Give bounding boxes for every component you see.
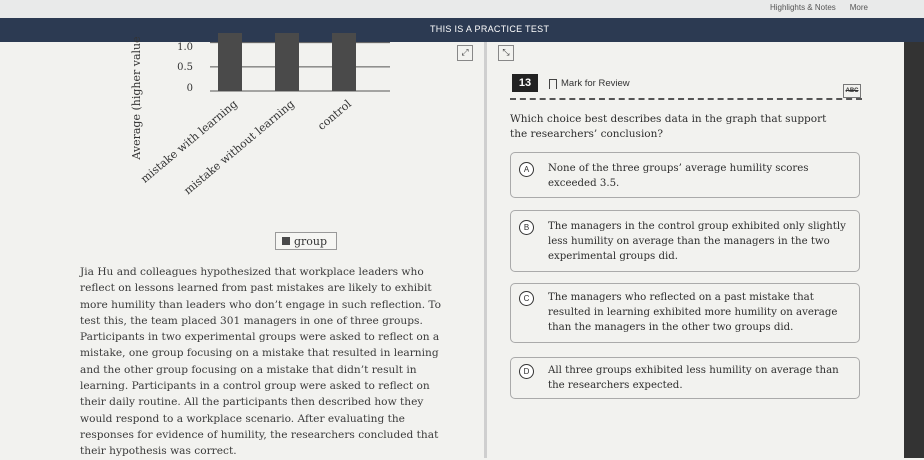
x-tick-label: control [315, 97, 354, 133]
option-d[interactable]: D All three groups exhibited less humili… [510, 357, 860, 399]
collapse-icon[interactable]: ⤡ [498, 45, 514, 61]
banner-label: THIS IS A PRACTICE TEST [430, 24, 550, 34]
bar [332, 33, 356, 91]
option-letter: A [519, 162, 534, 177]
legend-swatch [282, 237, 290, 245]
more-link[interactable]: More [850, 3, 868, 12]
expand-icon[interactable]: ⤢ [457, 45, 473, 61]
chart-legend: group [275, 232, 337, 250]
bar [275, 33, 299, 91]
passage-text: Jia Hu and colleagues hypothesized that … [80, 266, 442, 458]
option-letter: B [519, 220, 534, 235]
pane-divider[interactable] [484, 42, 487, 458]
option-text: The managers who reflected on a past mis… [548, 292, 838, 333]
x-tick-label: mistake without learning [181, 97, 297, 197]
mark-for-review-label: Mark for Review [561, 78, 630, 89]
top-toolbar: Highlights & Notes More [0, 0, 924, 18]
bookmark-icon [549, 78, 557, 89]
option-a[interactable]: A None of the three groups’ average humi… [510, 152, 860, 198]
option-text: The managers in the control group exhibi… [548, 221, 846, 262]
bar-chart: Average (higher value 1.0 0.5 0 mistake … [130, 33, 390, 197]
question-prompt: Which choice best describes data in the … [510, 113, 827, 140]
highlights-notes-link[interactable]: Highlights & Notes [770, 3, 836, 12]
bar [218, 33, 242, 91]
screen-edge [904, 42, 924, 458]
mark-for-review-button[interactable]: Mark for Review [549, 78, 630, 89]
y-tick-label: 1.0 [177, 42, 193, 53]
abc-eliminator-button[interactable]: ABC [843, 84, 861, 98]
option-b[interactable]: B The managers in the control group exhi… [510, 210, 860, 272]
legend-label: group [294, 234, 328, 248]
question-number: 13 [512, 74, 538, 92]
question-divider [510, 98, 862, 100]
option-letter: C [519, 291, 534, 306]
y-axis-label: Average (higher value [130, 36, 143, 160]
x-tick-label: mistake with learning [138, 97, 240, 185]
option-letter: D [519, 364, 534, 379]
option-text: None of the three groups’ average humili… [548, 163, 809, 189]
y-tick-label: 0 [187, 83, 193, 94]
option-text: All three groups exhibited less humility… [548, 365, 839, 391]
option-c[interactable]: C The managers who reflected on a past m… [510, 283, 860, 343]
y-tick-label: 0.5 [177, 62, 193, 73]
